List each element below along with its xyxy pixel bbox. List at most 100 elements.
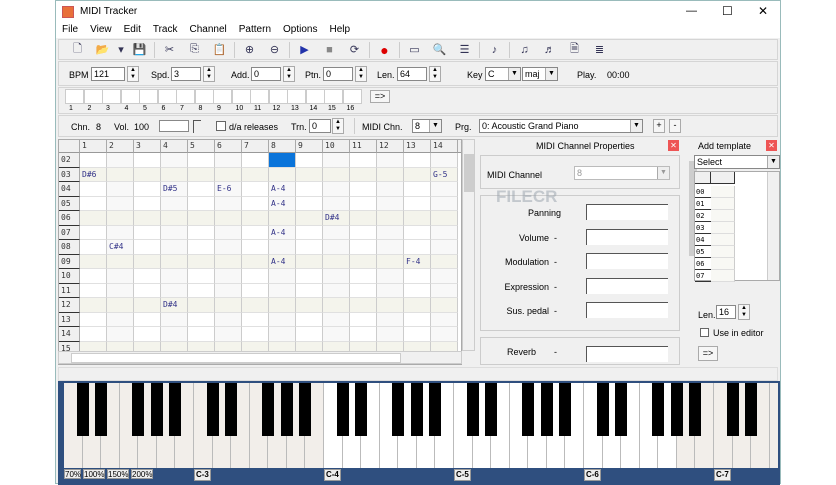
stop-icon[interactable]: ■: [317, 44, 342, 56]
grid-cell[interactable]: [107, 182, 134, 197]
template-cell[interactable]: [711, 246, 735, 258]
grid-cell[interactable]: [161, 254, 188, 269]
black-key[interactable]: [206, 383, 219, 436]
grid-cell[interactable]: [215, 225, 242, 240]
column-header[interactable]: 11: [350, 140, 377, 153]
grid-cell[interactable]: [269, 211, 296, 226]
template-cell[interactable]: [711, 258, 735, 270]
grid-cell[interactable]: [431, 182, 458, 197]
grid-cell[interactable]: [323, 298, 350, 313]
template-cell[interactable]: [711, 270, 735, 282]
grid-cell[interactable]: [134, 269, 161, 284]
grid-cell[interactable]: [323, 225, 350, 240]
pattern-slot[interactable]: [102, 89, 121, 104]
grid-cell[interactable]: [107, 196, 134, 211]
grid-cell[interactable]: [242, 240, 269, 255]
grid-cell[interactable]: [269, 283, 296, 298]
midi-chn-select[interactable]: 8 ▼: [412, 119, 442, 133]
loop-icon[interactable]: ⟳: [342, 43, 367, 56]
zoom-200-button[interactable]: 200%: [131, 469, 153, 479]
black-key[interactable]: [262, 383, 275, 436]
column-header[interactable]: 7: [242, 140, 269, 153]
grid-cell[interactable]: [404, 182, 431, 197]
grid-cell[interactable]: [269, 312, 296, 327]
grid-cell[interactable]: [350, 167, 377, 182]
zoom-70-button[interactable]: 70%: [64, 469, 81, 479]
controller-slider[interactable]: [586, 204, 668, 220]
grid-cell[interactable]: [80, 153, 107, 168]
grid-cell[interactable]: [350, 283, 377, 298]
grid-cell[interactable]: E-6: [215, 182, 242, 197]
grid-cell[interactable]: [350, 254, 377, 269]
pattern-slot[interactable]: [157, 89, 177, 104]
play-icon[interactable]: ▶: [292, 43, 317, 56]
grid-cell[interactable]: [161, 240, 188, 255]
grid-cell[interactable]: [188, 196, 215, 211]
add-field[interactable]: 0: [251, 67, 281, 81]
grid-cell[interactable]: [350, 327, 377, 342]
grid-cell[interactable]: [296, 225, 323, 240]
black-key[interactable]: [169, 383, 182, 436]
grid-cell[interactable]: C#4: [107, 240, 134, 255]
template-cell[interactable]: [711, 222, 735, 234]
grid-cell[interactable]: [80, 225, 107, 240]
midi-channel-select[interactable]: 8 ▼: [574, 166, 670, 180]
column-header[interactable]: 3: [134, 140, 161, 153]
dropdown-icon[interactable]: ▾: [115, 43, 127, 56]
grid-cell[interactable]: D#6: [80, 167, 107, 182]
pattern-slot[interactable]: [324, 89, 343, 104]
column-header[interactable]: 10: [323, 140, 350, 153]
grid-cell[interactable]: [431, 254, 458, 269]
document-icon[interactable]: 🗎: [562, 40, 587, 59]
template-cell[interactable]: [711, 210, 735, 222]
apply-pattern-button[interactable]: =>: [370, 90, 390, 103]
grid-vertical-scrollbar[interactable]: [462, 139, 475, 351]
grid-cell[interactable]: [161, 283, 188, 298]
grid-cell[interactable]: [377, 211, 404, 226]
grid-cell[interactable]: [242, 254, 269, 269]
grid-cell[interactable]: [188, 254, 215, 269]
black-key[interactable]: [336, 383, 349, 436]
black-key[interactable]: [745, 383, 758, 436]
black-key[interactable]: [485, 383, 498, 436]
grid-cell[interactable]: [296, 196, 323, 211]
grid-cell[interactable]: [107, 327, 134, 342]
grid-cell[interactable]: [404, 269, 431, 284]
black-key[interactable]: [559, 383, 572, 436]
cut-icon[interactable]: ✂: [157, 43, 182, 56]
volume-slider[interactable]: [159, 120, 189, 132]
grid-cell[interactable]: [134, 327, 161, 342]
grid-cell[interactable]: [431, 312, 458, 327]
grid-cell[interactable]: [215, 269, 242, 284]
grid-cell[interactable]: [296, 283, 323, 298]
grid-cell[interactable]: [377, 196, 404, 211]
len-field[interactable]: 64: [397, 67, 427, 81]
grid-cell[interactable]: [188, 225, 215, 240]
menu-pattern[interactable]: Pattern: [233, 23, 277, 38]
grid-cell[interactable]: [80, 182, 107, 197]
grid-cell[interactable]: [323, 254, 350, 269]
grid-cell[interactable]: A-4: [269, 225, 296, 240]
menu-help[interactable]: Help: [323, 23, 356, 38]
grid-cell[interactable]: [188, 240, 215, 255]
pattern-slot[interactable]: [250, 89, 269, 104]
program-select[interactable]: 0: Acoustic Grand Piano ▼: [479, 119, 643, 133]
grid-cell[interactable]: [188, 211, 215, 226]
grid-cell[interactable]: [350, 153, 377, 168]
template-len-spinner[interactable]: ▲ ▼: [738, 304, 750, 320]
column-header[interactable]: 1: [80, 140, 107, 153]
grid-horizontal-scrollbar[interactable]: [58, 351, 462, 364]
grid-cell[interactable]: [431, 211, 458, 226]
len-spinner[interactable]: ▲ ▼: [429, 66, 441, 82]
pattern-slot[interactable]: [268, 89, 288, 104]
pattern-slot[interactable]: [120, 89, 140, 104]
grid-cell[interactable]: [323, 327, 350, 342]
grid-cell[interactable]: [296, 327, 323, 342]
minimize-button[interactable]: —: [686, 5, 697, 17]
grid-cell[interactable]: [431, 283, 458, 298]
spd-spinner[interactable]: ▲ ▼: [203, 66, 215, 82]
grid-cell[interactable]: [404, 298, 431, 313]
da-releases-checkbox[interactable]: [216, 121, 226, 131]
grid-cell[interactable]: [242, 283, 269, 298]
grid-cell[interactable]: [350, 225, 377, 240]
